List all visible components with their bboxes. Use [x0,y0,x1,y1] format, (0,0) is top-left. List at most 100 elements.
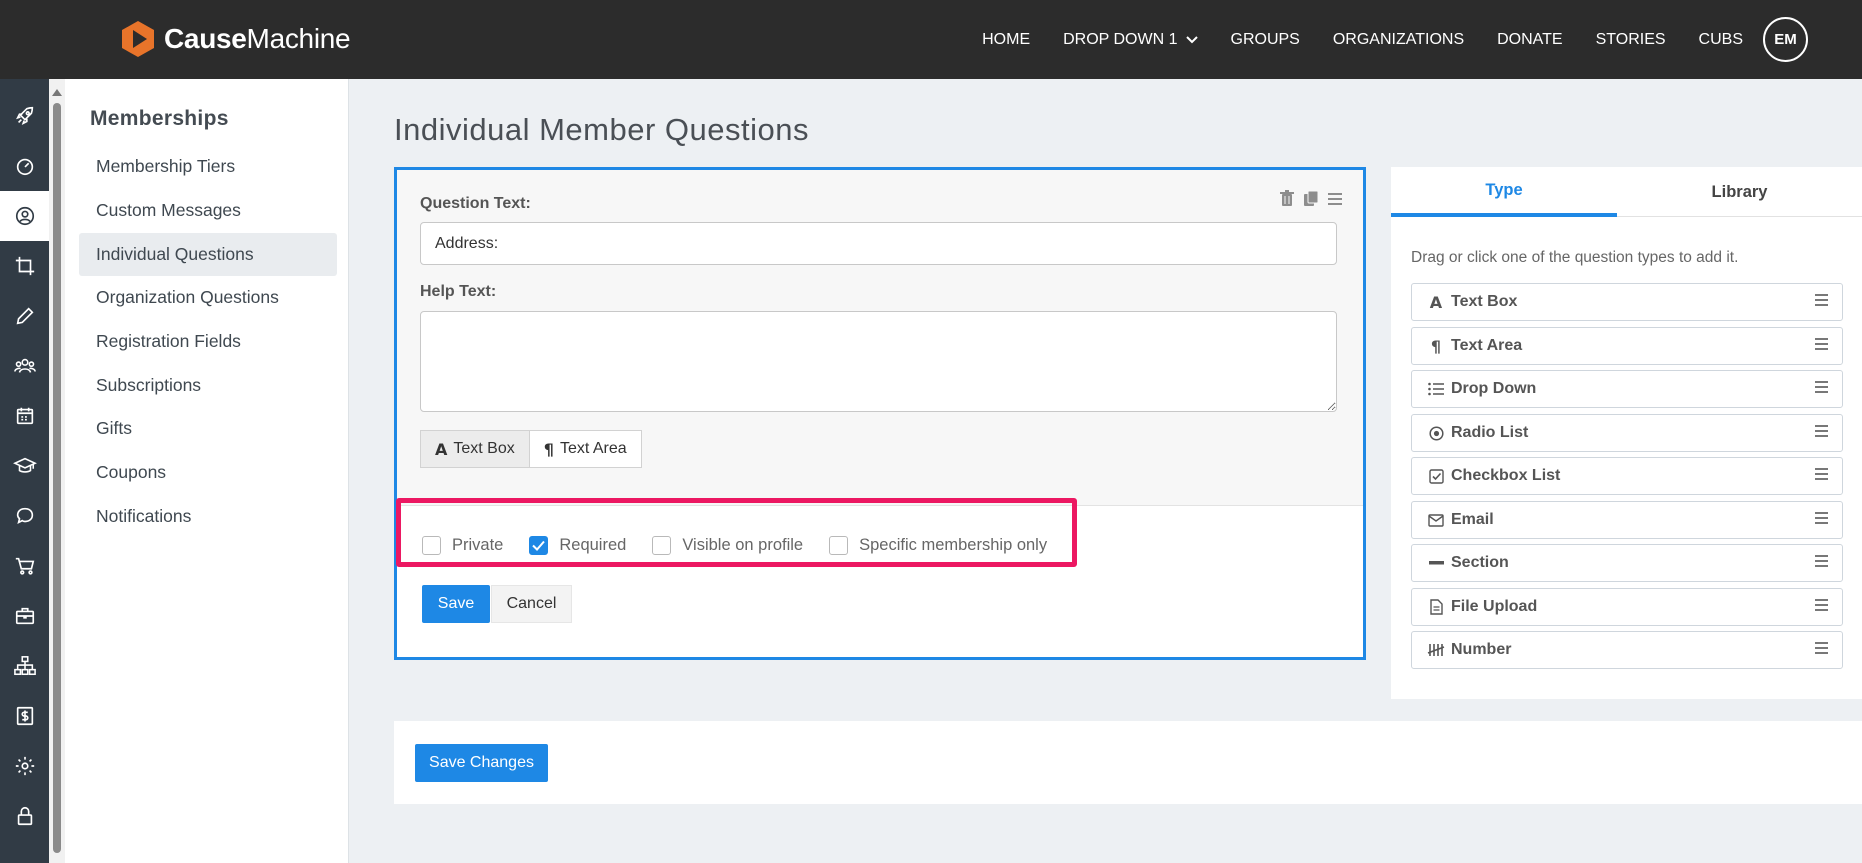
logo-text: CauseMachine [164,23,351,54]
minus-icon [1427,561,1445,565]
icon-rail [0,79,49,863]
trash-icon[interactable] [1279,190,1295,207]
pencil-icon[interactable] [0,291,49,341]
avatar[interactable]: EM [1763,17,1808,62]
question-type-text-area[interactable]: ¶ Text Area [1411,327,1843,365]
crop-icon[interactable] [0,241,49,291]
nav-stories[interactable]: STORIES [1596,31,1666,49]
subnav-item-coupons[interactable]: Coupons [79,451,337,494]
nav-home[interactable]: HOME [982,31,1030,49]
required-checkbox-box[interactable] [529,536,549,555]
text-box-icon: A [1429,292,1443,312]
drag-handle-icon[interactable] [1814,337,1829,351]
private-checkbox-box[interactable] [422,536,441,555]
save-button[interactable]: Save [422,585,490,623]
subnav-item-registration-fields[interactable]: Registration Fields [79,320,337,363]
nav-dropdown-1[interactable]: DROP DOWN 1 [1063,31,1198,49]
drag-handle-icon[interactable] [1814,641,1829,655]
drag-handle-icon[interactable] [1814,380,1829,394]
cart-icon[interactable] [0,541,49,591]
subnav-item-membership-tiers[interactable]: Membership Tiers [79,145,337,188]
field-type-toggle: A Text Box ¶ Text Area [420,430,642,468]
subnav-item-custom-messages[interactable]: Custom Messages [79,189,337,232]
question-text-label: Question Text: [420,195,531,212]
required-checkbox[interactable]: Required [529,536,626,555]
scroll-thumb[interactable] [53,103,61,853]
drag-handle-icon[interactable] [1327,190,1343,207]
specific-membership-checkbox-box[interactable] [829,536,849,555]
subnav-item-gifts[interactable]: Gifts [79,407,337,450]
drag-handle-icon[interactable] [1814,467,1829,481]
users-icon[interactable] [0,341,49,391]
logo[interactable]: CauseMachine [118,18,351,60]
paragraph-icon: ¶ [1430,336,1442,356]
drag-handle-icon[interactable] [1814,293,1829,307]
memberships-subnav: Memberships Membership Tiers Custom Mess… [65,79,349,863]
question-options: Private Required Visible on profile Spec… [422,536,1073,555]
question-type-checkbox-list[interactable]: Checkbox List [1411,457,1843,495]
copy-icon[interactable] [1303,190,1319,207]
question-editor-top: Question Text: Help Text: A Text Box ¶ T… [397,170,1363,506]
subnav-item-notifications[interactable]: Notifications [79,495,337,538]
question-type-number[interactable]: Number [1411,631,1843,669]
question-type-radio-list[interactable]: Radio List [1411,414,1843,452]
question-text-input[interactable] [420,222,1337,265]
visible-on-profile-checkbox[interactable]: Visible on profile [652,536,803,555]
page-title: Individual Member Questions [394,112,809,147]
rocket-icon[interactable] [0,91,49,141]
radio-icon [1427,425,1445,441]
nav-groups[interactable]: GROUPS [1231,31,1300,49]
briefcase-icon[interactable] [0,591,49,641]
specific-membership-checkbox[interactable]: Specific membership only [829,536,1047,555]
file-icon [1427,599,1445,615]
save-changes-card: Save Changes [394,721,1862,804]
question-type-text-box[interactable]: A Text Box [1411,283,1843,321]
visible-on-profile-checkbox-box[interactable] [652,536,672,555]
help-text-textarea[interactable] [420,311,1337,412]
subnav-item-individual-questions[interactable]: Individual Questions [79,233,337,276]
calendar-icon[interactable] [0,391,49,441]
subnav-item-organization-questions[interactable]: Organization Questions [79,276,337,319]
text-box-icon: A [435,439,448,459]
question-type-drop-down[interactable]: Drop Down [1411,370,1843,408]
question-types-panel: Type Library Drag or click one of the qu… [1391,167,1862,699]
list-icon [1427,382,1445,396]
dashboard-icon[interactable] [0,141,49,191]
tab-library[interactable]: Library [1617,167,1862,217]
gear-icon[interactable] [0,741,49,791]
subnav-item-subscriptions[interactable]: Subscriptions [79,364,337,407]
drag-handle-icon[interactable] [1814,511,1829,525]
user-circle-icon[interactable] [0,191,49,241]
cancel-button[interactable]: Cancel [491,585,572,623]
help-text-label: Help Text: [420,283,497,300]
dollar-icon[interactable] [0,691,49,741]
checkmark-icon [532,540,546,551]
question-type-file-upload[interactable]: File Upload [1411,588,1843,626]
text-box-type-button[interactable]: A Text Box [420,430,530,468]
sitemap-icon[interactable] [0,641,49,691]
panel-hint: Drag or click one of the question types … [1411,249,1739,266]
paragraph-icon: ¶ [543,439,554,459]
chat-icon[interactable] [0,491,49,541]
drag-handle-icon[interactable] [1814,598,1829,612]
scroll-up-arrow-icon[interactable] [52,89,62,96]
lock-icon[interactable] [0,791,49,841]
drag-handle-icon[interactable] [1814,424,1829,438]
private-checkbox[interactable]: Private [422,536,503,555]
sidebar-scrollbar[interactable] [49,79,65,863]
subnav-title: Memberships [90,107,229,130]
checkbox-icon [1427,468,1445,484]
nav-cubs[interactable]: CUBS [1699,31,1743,49]
graduation-cap-icon[interactable] [0,441,49,491]
nav-organizations[interactable]: ORGANIZATIONS [1333,31,1464,49]
save-changes-button[interactable]: Save Changes [415,744,548,782]
text-area-type-button[interactable]: ¶ Text Area [529,430,642,468]
logo-icon [122,21,154,57]
question-type-section[interactable]: Section [1411,544,1843,582]
nav-donate[interactable]: DONATE [1497,31,1562,49]
question-type-email[interactable]: Email [1411,501,1843,539]
tab-type[interactable]: Type [1391,167,1617,217]
panel-tabs: Type Library [1391,167,1862,217]
top-bar: CauseMachine HOME DROP DOWN 1 GROUPS ORG… [0,0,1862,79]
drag-handle-icon[interactable] [1814,554,1829,568]
